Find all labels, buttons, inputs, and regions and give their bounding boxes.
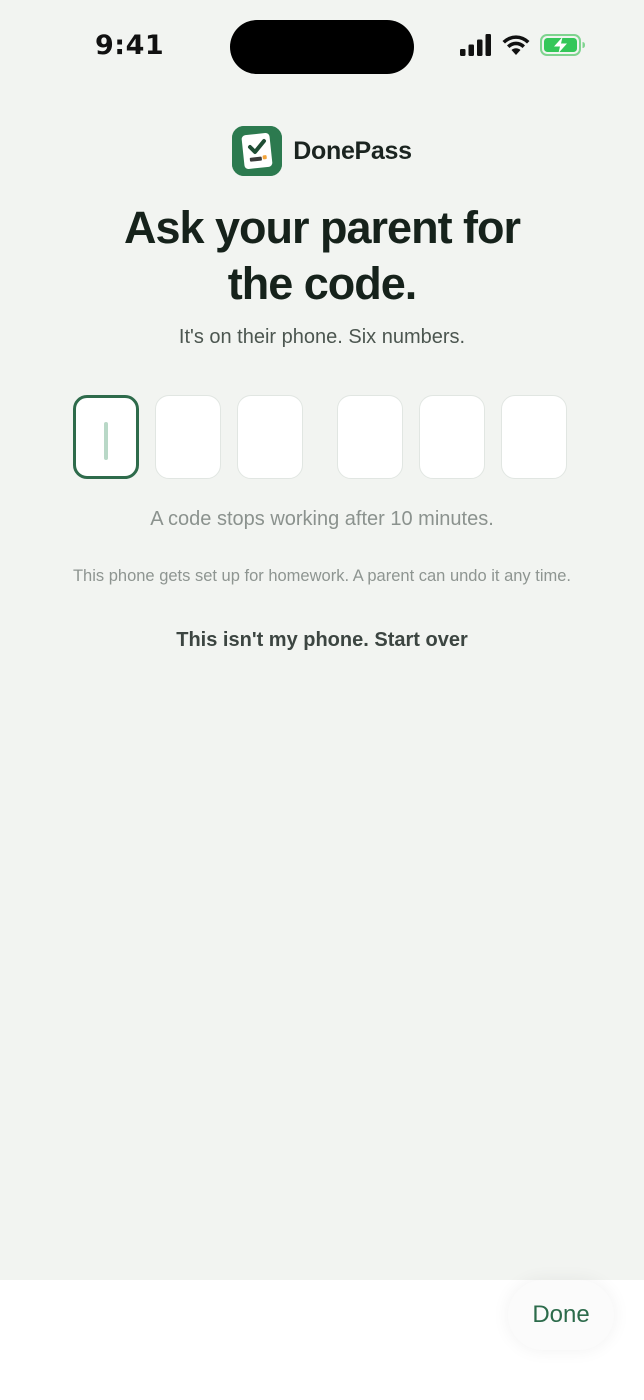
battery-charging-icon — [540, 34, 585, 56]
status-icons — [460, 34, 586, 56]
status-bar: 9:41 — [0, 0, 644, 96]
page-subtitle: It's on their phone. Six numbers. — [178, 326, 466, 348]
text-caret — [104, 422, 108, 460]
page-title: Ask your parent for the code. — [60, 200, 584, 312]
brand-header: DonePass — [0, 126, 644, 176]
page-title-line-2: the code. — [227, 258, 418, 309]
brand-name: DonePass — [293, 136, 412, 165]
code-digit-3[interactable] — [237, 395, 303, 479]
done-button[interactable]: Done — [508, 1280, 614, 1350]
code-digit-5[interactable] — [419, 395, 485, 479]
dynamic-island — [230, 20, 414, 74]
code-digit-6[interactable] — [501, 395, 567, 479]
code-expiry-note: A code stops working after 10 minutes. — [150, 508, 494, 530]
checklist-app-icon — [232, 126, 283, 176]
wifi-icon — [502, 35, 530, 55]
status-time: 9:41 — [95, 30, 165, 61]
setup-note: This phone gets set up for homework. A p… — [72, 567, 572, 585]
start-over-link[interactable]: This isn't my phone. Start over — [0, 629, 644, 652]
code-input-group — [73, 395, 571, 483]
code-digit-4[interactable] — [337, 395, 403, 479]
page-title-line-1: Ask your parent for — [123, 202, 521, 253]
code-digit-2[interactable] — [155, 395, 221, 479]
cellular-signal-icon — [460, 34, 491, 56]
code-digit-1[interactable] — [73, 395, 139, 479]
keyboard-toolbar: Done — [0, 1280, 644, 1400]
